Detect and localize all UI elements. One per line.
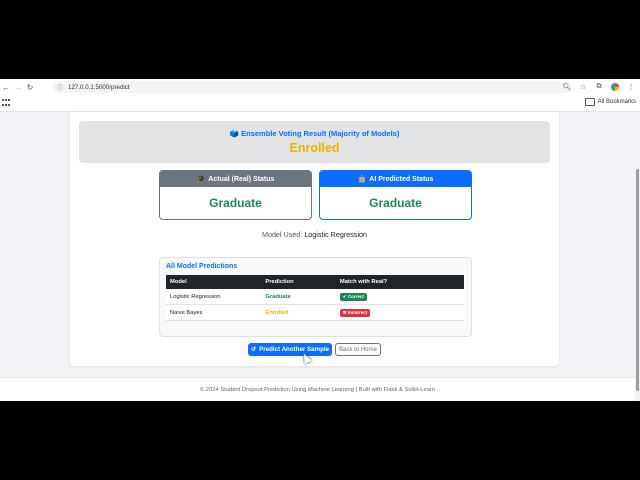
apps-grid-icon[interactable]: [2, 99, 10, 107]
prediction-cell: Graduate: [261, 289, 336, 305]
all-bookmarks-label: All Bookmarks: [597, 99, 636, 105]
scrollbar-thumb[interactable]: [636, 169, 639, 391]
ai-status-card: 🤖 AI Predicted Status Graduate: [319, 170, 472, 220]
folder-icon: [584, 98, 595, 106]
ai-status-label: AI Predicted Status: [369, 175, 434, 183]
ensemble-title-text: Ensemble Voting Result (Majority of Mode…: [241, 129, 400, 138]
model-cell: Naive Bayes: [166, 304, 262, 321]
ai-status-header: 🤖 AI Predicted Status: [320, 171, 471, 187]
match-cell: ✔ Correct: [335, 289, 464, 305]
predict-another-button[interactable]: ↺ Predict Another Sample: [248, 343, 332, 356]
bookmark-star-icon[interactable]: ☆: [578, 81, 588, 93]
actual-status-header: 🎓 Actual (Real) Status: [160, 171, 311, 187]
ai-status-value: Graduate: [369, 196, 422, 210]
address-bar[interactable]: ⓘ 127.0.0.1:5000/predict: [52, 81, 572, 93]
table-header-row: Model Prediction Match with Real?: [166, 275, 464, 289]
ensemble-value: Enrolled: [289, 141, 340, 155]
result-card: 🗳️ Ensemble Voting Result (Majority of M…: [70, 112, 559, 366]
profile-avatar[interactable]: [610, 81, 620, 93]
predictions-panel: All Model Predictions Model Prediction M…: [159, 257, 472, 337]
column-header: Match with Real?: [335, 275, 464, 289]
bookmarks-bar: All Bookmarks: [0, 95, 640, 112]
browser-window: ← → ↻ ⓘ 127.0.0.1:5000/predict 🔍︎ ☆ ⧉ ⋮ …: [0, 79, 640, 401]
actual-status-label: Actual (Real) Status: [208, 175, 275, 183]
all-bookmarks-button[interactable]: All Bookmarks: [584, 98, 636, 106]
model-used: Model Used: Logistic Regression: [70, 230, 559, 239]
url-text: 127.0.0.1:5000/predict: [68, 83, 130, 91]
ballot-icon: 🗳️: [229, 129, 240, 138]
forward-icon[interactable]: →: [12, 79, 24, 95]
graduation-cap-icon: 🎓: [196, 176, 206, 183]
site-info-icon[interactable]: ⓘ: [55, 83, 65, 92]
column-header: Model: [166, 275, 262, 289]
predict-another-label: Predict Another Sample: [259, 346, 330, 353]
actual-status-card: 🎓 Actual (Real) Status Graduate: [159, 170, 312, 220]
footer: © 2024 Student Dropout Prediction Using …: [0, 377, 635, 401]
predictions-table: Model Prediction Match with Real? Logist…: [166, 275, 464, 321]
match-cell: ✖ Incorrect: [335, 304, 464, 321]
extensions-icon[interactable]: ⧉: [594, 81, 604, 93]
incorrect-badge: ✖ Incorrect: [339, 308, 371, 317]
back-home-button[interactable]: Back to Home: [335, 343, 381, 356]
robot-icon: 🤖: [357, 176, 367, 183]
menu-icon[interactable]: ⋮: [626, 81, 636, 93]
model-used-label: Model Used:: [261, 230, 303, 239]
browser-toolbar: ← → ↻ ⓘ 127.0.0.1:5000/predict 🔍︎ ☆ ⧉ ⋮: [0, 79, 640, 95]
correct-badge: ✔ Correct: [339, 292, 367, 301]
actual-status-value: Graduate: [209, 196, 262, 210]
ensemble-title: 🗳️ Ensemble Voting Result (Majority of M…: [79, 129, 550, 138]
model-cell: Logistic Regression: [166, 289, 262, 305]
table-row: Naive Bayes Enrolled ✖ Incorrect: [166, 304, 464, 321]
back-icon[interactable]: ←: [0, 79, 12, 95]
prediction-cell: Enrolled: [261, 304, 336, 321]
model-used-value: Logistic Regression: [304, 230, 368, 239]
column-header: Prediction: [261, 275, 336, 289]
zoom-icon[interactable]: 🔍︎: [562, 81, 572, 93]
table-row: Logistic Regression Graduate ✔ Correct: [166, 289, 464, 305]
ensemble-result-box: 🗳️ Ensemble Voting Result (Majority of M…: [79, 121, 550, 163]
redo-icon: ↺: [250, 346, 257, 353]
predictions-title: All Model Predictions: [166, 263, 238, 270]
reload-icon[interactable]: ↻: [24, 79, 36, 95]
